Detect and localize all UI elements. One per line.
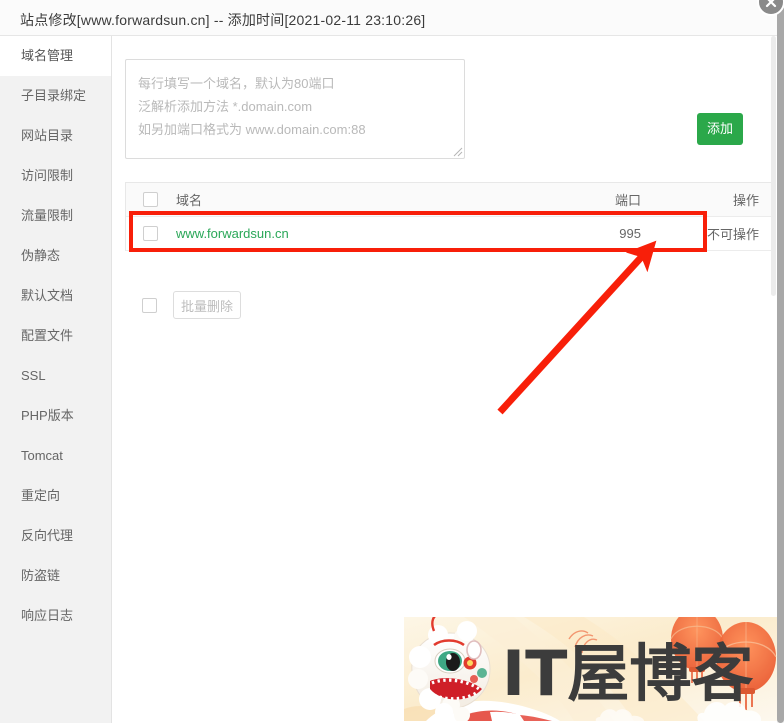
- sidebar-item-label: PHP版本: [21, 408, 74, 423]
- sidebar-item-domain-manage[interactable]: 域名管理: [0, 36, 111, 76]
- sidebar-item-site-dir[interactable]: 网站目录: [0, 116, 111, 156]
- sidebar-item-label: 伪静态: [21, 248, 61, 263]
- sidebar-item-redirect[interactable]: 重定向: [0, 476, 111, 516]
- domain-table: 域名 端口 操作 www.forwardsun.cn 995 不可操作: [125, 182, 772, 251]
- column-header-domain: 域名: [176, 193, 203, 208]
- dialog-titlebar: 站点修改[www.forwardsun.cn] -- 添加时间[2021-02-…: [0, 0, 778, 36]
- sidebar-item-anti-leech[interactable]: 防盗链: [0, 556, 111, 596]
- sidebar-item-label: 防盗链: [21, 568, 61, 583]
- add-button[interactable]: 添加: [697, 113, 743, 145]
- sidebar-item-label: Tomcat: [21, 448, 63, 463]
- sidebar-item-ssl[interactable]: SSL: [0, 356, 111, 396]
- table-row: www.forwardsun.cn 995 不可操作: [126, 217, 771, 251]
- sidebar-item-label: 访问限制: [21, 168, 74, 183]
- column-header-operation: 操作: [732, 193, 759, 208]
- main-content: 添加 域名 端口 操作 www.forwardsun.cn 995 不可: [112, 36, 778, 723]
- page-title: 站点修改[www.forwardsun.cn] -- 添加时间[2021-02-…: [20, 12, 426, 28]
- cell-operation: 不可操作: [706, 227, 759, 242]
- row-select-cell: [126, 226, 174, 241]
- batch-delete-button[interactable]: 批量删除: [173, 291, 241, 319]
- select-all-cell: [126, 192, 174, 207]
- sidebar-item-label: 流量限制: [21, 208, 74, 223]
- close-icon[interactable]: [757, 0, 784, 16]
- sidebar-item-label: SSL: [21, 368, 46, 383]
- batch-action-bar: 批量删除: [125, 284, 772, 326]
- row-checkbox[interactable]: [142, 226, 158, 241]
- select-all-checkbox[interactable]: [142, 192, 158, 207]
- sidebar-item-traffic-limit[interactable]: 流量限制: [0, 196, 111, 236]
- column-header-port: 端口: [614, 193, 641, 208]
- site-modify-dialog: 站点修改[www.forwardsun.cn] -- 添加时间[2021-02-…: [0, 0, 784, 723]
- domain-link[interactable]: www.forwardsun.cn: [176, 226, 289, 241]
- page-scrollbar[interactable]: [777, 0, 784, 723]
- sidebar-item-label: 重定向: [21, 488, 61, 503]
- sidebar-item-label: 配置文件: [21, 328, 74, 343]
- sidebar-item-label: 响应日志: [21, 608, 74, 623]
- content-scrollbar-thumb[interactable]: [771, 36, 776, 296]
- sidebar-item-label: 子目录绑定: [21, 88, 87, 103]
- domain-input[interactable]: [125, 59, 465, 159]
- sidebar-item-php-version[interactable]: PHP版本: [0, 396, 111, 436]
- batch-select-checkbox[interactable]: [141, 297, 157, 313]
- domain-textarea-wrap: [125, 59, 465, 159]
- table-header-row: 域名 端口 操作: [126, 183, 771, 217]
- sidebar-item-config-file[interactable]: 配置文件: [0, 316, 111, 356]
- content-scrollbar[interactable]: [771, 36, 776, 723]
- sidebar-item-access-limit[interactable]: 访问限制: [0, 156, 111, 196]
- page-scrollbar-thumb[interactable]: [777, 0, 784, 723]
- sidebar-item-pseudo-static[interactable]: 伪静态: [0, 236, 111, 276]
- sidebar-item-label: 默认文档: [21, 288, 74, 303]
- add-domain-panel: 添加: [125, 59, 765, 169]
- sidebar-item-label: 网站目录: [21, 128, 74, 143]
- sidebar-item-tomcat[interactable]: Tomcat: [0, 436, 111, 476]
- cell-domain: www.forwardsun.cn: [174, 226, 531, 241]
- sidebar-item-label: 域名管理: [21, 48, 74, 63]
- batch-select-cell: [125, 297, 173, 313]
- sidebar-item-label: 反向代理: [21, 528, 74, 543]
- sidebar-item-subdir-bind[interactable]: 子目录绑定: [0, 76, 111, 116]
- sidebar-item-default-doc[interactable]: 默认文档: [0, 276, 111, 316]
- cell-port: 995: [619, 226, 641, 241]
- sidebar-item-response-log[interactable]: 响应日志: [0, 596, 111, 636]
- sidebar-item-reverse-proxy[interactable]: 反向代理: [0, 516, 111, 556]
- sidebar: 域名管理 子目录绑定 网站目录 访问限制 流量限制 伪静态 默认文档 配置文件 …: [0, 36, 112, 723]
